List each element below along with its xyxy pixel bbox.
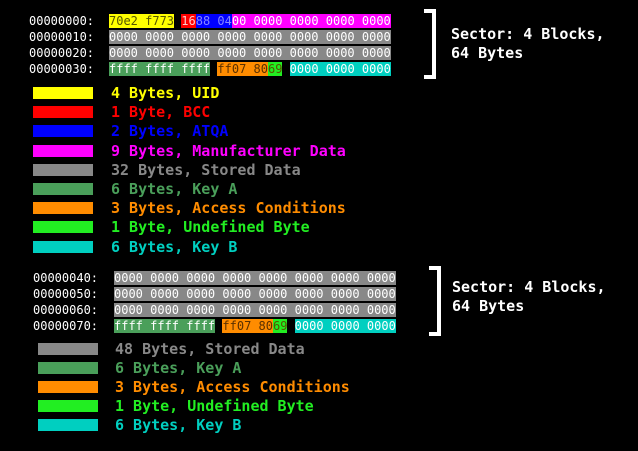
legend-swatch: [33, 240, 93, 253]
hex-segment-gap: [287, 319, 294, 333]
hex-row: 00000020: 0000 0000 0000 0000 0000 0000 0…: [29, 46, 429, 60]
legend-label: 2 Bytes, ATQA: [111, 122, 229, 141]
hex-segment-gap: [210, 62, 217, 76]
hex-address: 00000020:: [29, 46, 95, 60]
hex-row: 00000070: ffff ffff ffff ff07 8069 0000 0…: [33, 319, 433, 333]
legend-label: 6 Bytes, Key B: [115, 416, 242, 434]
legend-item-access: 3 Bytes, Access Conditions: [33, 199, 393, 218]
sector-1-label-line-1: Sector: 4 Blocks,: [452, 278, 606, 296]
hex-segment-undefined: 69: [267, 62, 283, 76]
legend-swatch: [33, 125, 93, 138]
hex-segment-access: ff07 80: [217, 62, 268, 76]
sector-1-legend: 48 Bytes, Stored Data 6 Bytes, Key A3 Byt…: [38, 340, 418, 440]
hex-address: 00000010:: [29, 30, 95, 44]
legend-label: 9 Bytes, Manufacturer Data: [111, 141, 346, 160]
legend-swatch: [33, 106, 93, 119]
hex-segment-stored: 0000 0000 0000 0000 0000 0000 0000 0000: [114, 271, 396, 285]
hex-segment-bcc: 16: [181, 14, 196, 28]
sector-1-hex-dump: 00000040: 0000 0000 0000 0000 0000 0000 0…: [33, 271, 433, 333]
hex-data: 0000 0000 0000 0000 0000 0000 0000 0000: [114, 287, 396, 301]
sector-1-label-line-2: 64 Bytes: [452, 297, 525, 315]
hex-segment-undefined: 69: [272, 319, 288, 333]
sector-0-bracket: [424, 9, 436, 79]
sector-0-hex-dump: 00000000: 70e2 f773 1688 0400 0000 0000 0…: [29, 14, 429, 76]
hex-segment-key-a: ffff ffff ffff: [109, 62, 211, 76]
hex-segment-stored: 0000 0000 0000 0000 0000 0000 0000 0000: [114, 303, 396, 317]
hex-segment-gap: [282, 62, 289, 76]
hex-data: ffff ffff ffff ff07 8069 0000 0000 0000: [109, 62, 391, 76]
legend-swatch: [33, 144, 93, 157]
hex-data: ffff ffff ffff ff07 8069 0000 0000 0000: [114, 319, 396, 333]
hex-row: 00000010: 0000 0000 0000 0000 0000 0000 0…: [29, 30, 429, 44]
legend-item-stored: 48 Bytes, Stored Data: [38, 340, 398, 359]
hex-segment-key-b: 0000 0000 0000: [289, 62, 391, 76]
hex-segment-stored: 0000 0000 0000 0000 0000 0000 0000 0000: [109, 30, 391, 44]
legend-label: 32 Bytes, Stored Data: [111, 160, 301, 179]
legend-swatch: [38, 381, 98, 393]
hex-segment-atqa: 88 04: [195, 14, 232, 28]
legend-item-key-a: 6 Bytes, Key A: [38, 359, 398, 378]
legend-swatch: [38, 343, 98, 355]
legend-label: 6 Bytes, Key B: [111, 237, 238, 256]
legend-item-manufacturer: 9 Bytes, Manufacturer Data: [33, 142, 393, 161]
legend-item-bcc: 1 Byte, BCC: [33, 103, 393, 122]
hex-row: 00000050: 0000 0000 0000 0000 0000 0000 0…: [33, 287, 433, 301]
hex-segment-gap: [174, 14, 181, 28]
legend-swatch: [33, 87, 93, 99]
hex-segment-uid: 70e2 f773: [109, 14, 175, 28]
hex-address: 00000040:: [33, 271, 99, 285]
sector-0-label-line-2: 64 Bytes: [451, 44, 524, 62]
hex-data: 0000 0000 0000 0000 0000 0000 0000 0000: [114, 303, 396, 317]
legend-swatch: [33, 163, 93, 176]
legend-label: 6 Bytes, Key A: [115, 359, 242, 377]
legend-label: 1 Byte, Undefined Byte: [115, 397, 314, 415]
hex-segment-stored: 0000 0000 0000 0000 0000 0000 0000 0000: [114, 287, 396, 301]
sector-0-legend: 4 Bytes, UID 1 Byte, BCC 2 Bytes, ATQA 9 By…: [33, 84, 413, 259]
hex-address: 00000050:: [33, 287, 99, 301]
hex-segment-gap: [215, 319, 222, 333]
hex-segment-manufacturer: 00 0000 0000 0000 0000: [231, 14, 391, 28]
hex-address: 00000030:: [29, 62, 95, 76]
hex-segment-key-a: ffff ffff ffff: [114, 319, 216, 333]
legend-item-access: 3 Bytes, Access Conditions: [38, 378, 398, 397]
legend-swatch: [38, 400, 98, 412]
legend-swatch: [33, 221, 93, 234]
hex-address: 00000000:: [29, 14, 95, 28]
legend-label: 3 Bytes, Access Conditions: [115, 378, 350, 396]
legend-label: 3 Bytes, Access Conditions: [111, 199, 346, 218]
legend-item-atqa: 2 Bytes, ATQA: [33, 122, 393, 141]
legend-swatch: [38, 419, 98, 431]
legend-item-stored: 32 Bytes, Stored Data: [33, 161, 393, 180]
legend-swatch: [33, 183, 93, 195]
hex-row: 00000040: 0000 0000 0000 0000 0000 0000 0…: [33, 271, 433, 285]
sector-1-bracket: [429, 266, 441, 336]
legend-item-key-b: 6 Bytes, Key B: [38, 416, 398, 435]
legend-swatch: [33, 202, 93, 215]
hex-data: 0000 0000 0000 0000 0000 0000 0000 0000: [109, 30, 391, 44]
hex-data: 0000 0000 0000 0000 0000 0000 0000 0000: [109, 46, 391, 60]
legend-item-undefined: 1 Byte, Undefined Byte: [33, 218, 393, 237]
legend-label: 6 Bytes, Key A: [111, 180, 238, 198]
sector-0-label-line-1: Sector: 4 Blocks,: [451, 25, 605, 43]
legend-label: 4 Bytes, UID: [111, 84, 220, 102]
legend-label: 1 Byte, Undefined Byte: [111, 218, 310, 237]
hex-data: 0000 0000 0000 0000 0000 0000 0000 0000: [114, 271, 396, 285]
legend-label: 1 Byte, BCC: [111, 103, 211, 122]
legend-item-uid: 4 Bytes, UID: [33, 84, 393, 103]
legend-item-undefined: 1 Byte, Undefined Byte: [38, 397, 398, 416]
hex-row: 00000000: 70e2 f773 1688 0400 0000 0000 0…: [29, 14, 429, 28]
legend-item-key-a: 6 Bytes, Key A: [33, 180, 393, 199]
hex-segment-access: ff07 80: [222, 319, 273, 333]
hex-address: 00000070:: [33, 319, 99, 333]
hex-row: 00000030: ffff ffff ffff ff07 8069 0000 0…: [29, 62, 429, 76]
hex-data: 70e2 f773 1688 0400 0000 0000 0000 0000: [109, 14, 391, 28]
legend-item-key-b: 6 Bytes, Key B: [33, 238, 393, 257]
hex-row: 00000060: 0000 0000 0000 0000 0000 0000 0…: [33, 303, 433, 317]
hex-segment-key-b: 0000 0000 0000: [294, 319, 396, 333]
legend-label: 48 Bytes, Stored Data: [115, 340, 305, 358]
hex-address: 00000060:: [33, 303, 99, 317]
legend-swatch: [38, 362, 98, 374]
hex-segment-stored: 0000 0000 0000 0000 0000 0000 0000 0000: [109, 46, 391, 60]
